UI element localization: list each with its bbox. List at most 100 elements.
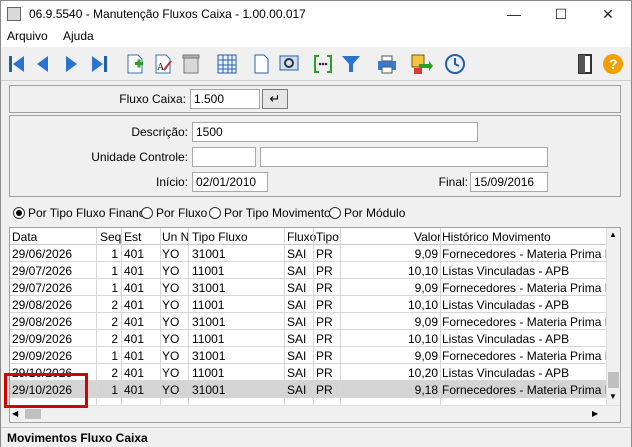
scroll-up-icon[interactable]: ▲	[609, 230, 617, 240]
scroll-right-icon[interactable]: ▶	[592, 408, 602, 420]
header-tipo-fluxo[interactable]: Tipo Fluxo	[192, 230, 248, 244]
descricao-input[interactable]: 1500	[192, 122, 478, 142]
radio-por-fluxo[interactable]: Por Fluxo	[141, 206, 207, 220]
exit-icon[interactable]	[573, 52, 597, 76]
cell-est: 401	[124, 264, 145, 278]
cell-historico: Fornecedores - Materia Prima Nac	[442, 349, 608, 363]
cell-un-n: YO	[162, 366, 180, 380]
cell-seq: 2	[111, 298, 118, 312]
table-row[interactable]: 29/06/2026 1 401 YO 31001 SAI PR 9,09 Fornecedor…	[10, 245, 608, 262]
grouping-radio-group: Por Tipo Fluxo Financ Por Fluxo Por Tipo…	[9, 202, 619, 226]
cell-historico: Fornecedores - Materia Prima Nac	[442, 315, 608, 329]
preview-icon[interactable]	[277, 52, 301, 76]
table-row[interactable]: 29/09/2026 1 401 YO 31001 SAI PR 9,09 Fornecedor…	[10, 347, 608, 364]
table-row[interactable]: 29/09/2026 2 401 YO 11001 SAI PR 10,10 Listas Vi…	[10, 330, 608, 347]
calendar-grid-icon[interactable]	[215, 52, 239, 76]
cell-seq: 2	[111, 332, 118, 346]
cell-tipo-fluxo: 31001	[192, 383, 226, 397]
header-valor[interactable]: Valor	[414, 230, 441, 244]
close-button[interactable]: ✕	[585, 1, 631, 27]
print-icon[interactable]	[375, 52, 399, 76]
header-historico[interactable]: Histórico Movimento	[442, 230, 551, 244]
prev-record-icon[interactable]	[31, 52, 55, 76]
inicio-input[interactable]: 02/01/2010	[192, 172, 268, 192]
cell-tipo: PR	[316, 298, 333, 312]
column-divider	[340, 228, 341, 406]
radio-label: Por Fluxo	[156, 206, 208, 220]
highlight-box	[4, 373, 88, 408]
radio-indicator[interactable]	[141, 207, 153, 219]
edit-record-icon[interactable]: A	[151, 52, 175, 76]
radio-indicator[interactable]	[13, 207, 25, 219]
horizontal-scroll-thumb[interactable]	[25, 409, 41, 419]
radio-por-modulo[interactable]: Por Módulo	[329, 206, 405, 220]
cell-data: 29/09/2026	[12, 349, 73, 363]
header-seq[interactable]: Seq	[100, 230, 121, 244]
header-est[interactable]: Est	[124, 230, 141, 244]
table-row[interactable]: 29/10/2026 2 401 YO 11001 SAI PR 10,20 Listas Vi…	[10, 364, 608, 381]
bracket-icon[interactable]	[311, 52, 335, 76]
horizontal-scrollbar[interactable]: ◀ ▶	[10, 405, 620, 422]
filter-icon[interactable]	[339, 52, 363, 76]
unidade-controle-label: Unidade Controle:	[91, 150, 188, 164]
header-tipo[interactable]: Tipo	[316, 230, 339, 244]
cell-seq: 1	[111, 264, 118, 278]
radio-por-tipo-movimento[interactable]: Por Tipo Movimento	[209, 206, 331, 220]
radio-label: Por Tipo Fluxo Financ	[28, 206, 145, 220]
radio-label: Por Módulo	[344, 206, 406, 220]
radio-por-tipo-fluxo-financ[interactable]: Por Tipo Fluxo Financ	[13, 206, 145, 220]
table-row[interactable]: 29/07/2026 1 401 YO 11001 SAI PR 10,10 Listas Vi…	[10, 262, 608, 279]
cell-data: 29/09/2026	[12, 332, 73, 346]
final-input[interactable]: 15/09/2016	[470, 172, 548, 192]
cell-valor: 10,20	[407, 366, 438, 380]
cell-est: 401	[124, 383, 145, 397]
header-un-n[interactable]: Un N	[162, 230, 189, 244]
next-record-icon[interactable]	[59, 52, 83, 76]
fluxo-caixa-label: Fluxo Caixa:	[119, 92, 186, 106]
cell-valor: 9,18	[414, 383, 438, 397]
status-bar: Movimentos Fluxo Caixa	[1, 427, 631, 447]
header-data[interactable]: Data	[12, 230, 37, 244]
inicio-label: Início:	[155, 175, 188, 189]
cell-tipo: PR	[316, 383, 333, 397]
fluxo-caixa-input[interactable]: 1.500	[190, 89, 260, 109]
movements-grid[interactable]: Data Seq Est Un N Tipo Fluxo Fluxo Tipo …	[9, 227, 621, 423]
table-row[interactable]: 29/08/2026 2 401 YO 31001 SAI PR 9,09 Fornecedor…	[10, 313, 608, 330]
document-icon[interactable]	[249, 52, 273, 76]
cell-historico: Fornecedores - Materia Prima Nac	[442, 383, 608, 397]
scroll-down-icon[interactable]: ▼	[609, 392, 617, 402]
app-icon	[7, 7, 21, 21]
cell-valor: 9,09	[414, 315, 438, 329]
help-icon[interactable]: ?	[601, 52, 625, 76]
minimize-button[interactable]: —	[491, 1, 537, 27]
radio-indicator[interactable]	[329, 207, 341, 219]
cell-un-n: YO	[162, 383, 180, 397]
new-record-icon[interactable]	[123, 52, 147, 76]
cell-tipo-fluxo: 31001	[192, 247, 226, 261]
details-panel: Descrição: 1500 Unidade Controle: Início…	[9, 115, 621, 197]
first-record-icon[interactable]	[5, 52, 29, 76]
export-icon[interactable]	[409, 52, 433, 76]
clock-icon[interactable]	[443, 52, 467, 76]
last-record-icon[interactable]	[87, 52, 111, 76]
vertical-scroll-thumb[interactable]	[608, 372, 619, 388]
main-window: 06.9.5540 - Manutenção Fluxos Caixa - 1.…	[0, 0, 632, 447]
vertical-scrollbar[interactable]: ▲ ▼	[606, 228, 620, 406]
table-row[interactable]: 29/07/2026 1 401 YO 31001 SAI PR 9,09 Fornecedor…	[10, 279, 608, 296]
table-row[interactable]: 29/10/2026 1 401 YO 31001 SAI PR 9,18 Fornecedor…	[10, 381, 608, 398]
maximize-button[interactable]: ☐	[538, 1, 584, 27]
cell-tipo: PR	[316, 281, 333, 295]
column-divider	[284, 228, 285, 406]
radio-indicator[interactable]	[209, 207, 221, 219]
cell-fluxo: SAI	[287, 366, 307, 380]
scroll-left-icon[interactable]: ◀	[12, 408, 22, 420]
menu-ajuda[interactable]: Ajuda	[63, 29, 94, 43]
unidade-controle-name-input[interactable]	[260, 147, 548, 167]
header-fluxo[interactable]: Fluxo	[287, 230, 316, 244]
column-divider	[121, 228, 122, 406]
table-row[interactable]: 29/08/2026 2 401 YO 11001 SAI PR 10,10 Listas Vi…	[10, 296, 608, 313]
unidade-controle-code-input[interactable]	[192, 147, 256, 167]
enter-button[interactable]: ↵	[262, 89, 288, 109]
delete-record-icon[interactable]	[179, 52, 203, 76]
menu-arquivo[interactable]: Arquivo	[7, 29, 48, 43]
